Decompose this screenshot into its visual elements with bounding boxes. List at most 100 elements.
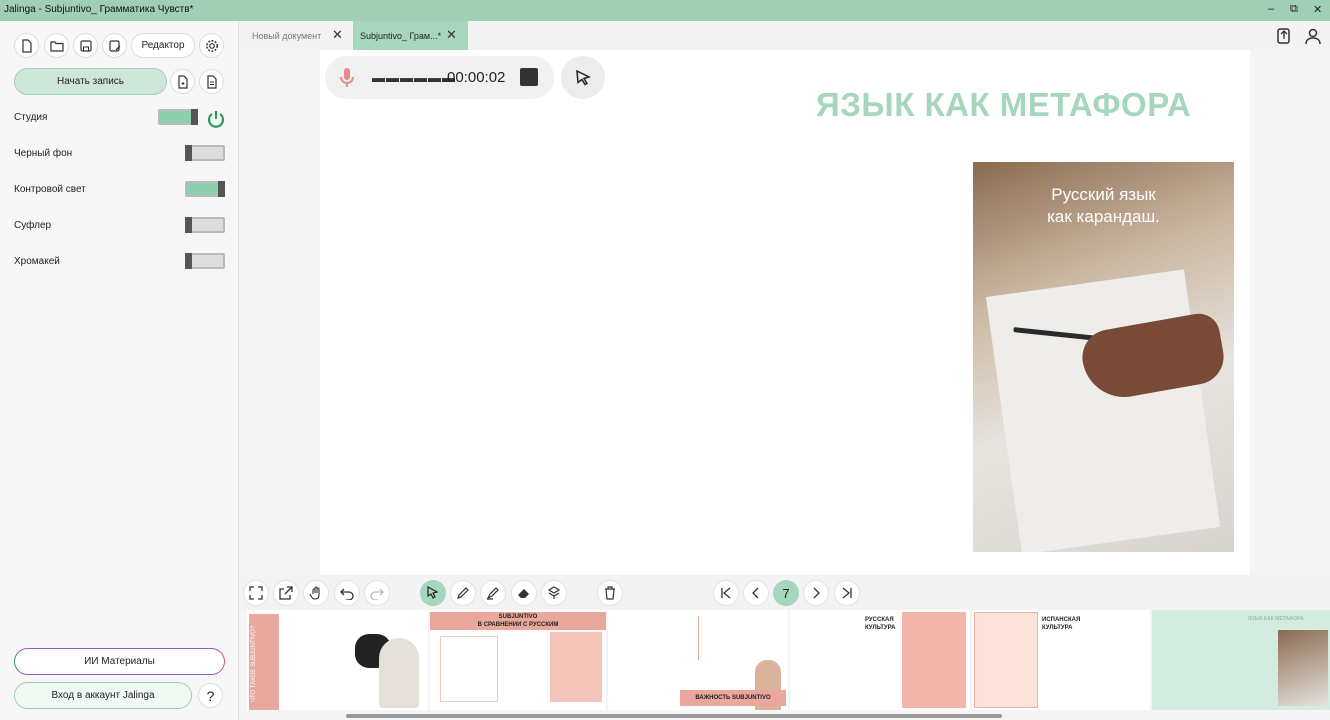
toggle-label: Хромакей — [14, 256, 60, 267]
save-icon — [79, 39, 92, 52]
help-button[interactable]: ? — [198, 683, 223, 708]
open-folder-button[interactable] — [44, 33, 69, 58]
title-bar: Jalinga - Subjuntivo_ Грамматика Чувств*… — [0, 0, 1330, 21]
chevron-right-icon — [813, 587, 820, 599]
chromakey-toggle[interactable] — [185, 253, 225, 269]
thumbnail-title-line: РУССКАЯ — [865, 617, 894, 623]
toggle-prompter-row: Суфлер — [14, 217, 228, 237]
eraser-icon — [518, 589, 529, 598]
stop-recording-button[interactable] — [520, 68, 538, 86]
slide-canvas[interactable]: ЯЗЫК КАК МЕТАФОРА Русский язык как каран… — [320, 50, 1250, 575]
save-as-button[interactable] — [102, 33, 127, 58]
skip-first-icon — [721, 587, 731, 599]
last-page-button[interactable] — [834, 580, 860, 606]
studio-toggle[interactable] — [158, 109, 198, 125]
new-file-button[interactable] — [14, 33, 39, 58]
photo-caption: Русский язык как карандаш. — [973, 184, 1234, 228]
stage: ЯЗЫК КАК МЕТАФОРА Русский язык как каран… — [240, 50, 1330, 575]
new-file-icon — [21, 38, 32, 53]
thumbnail-header: SUBJUNTIVO В СРАВНЕНИИ С РУССКИМ — [430, 612, 606, 630]
fullscreen-button[interactable] — [243, 580, 269, 606]
slide-photo: Русский язык как карандаш. — [973, 162, 1234, 552]
close-tab-icon[interactable]: ✕ — [446, 27, 457, 43]
black-background-toggle[interactable] — [185, 145, 225, 161]
microphone-icon[interactable] — [338, 67, 356, 89]
external-window-button[interactable] — [273, 580, 299, 606]
redo-icon — [370, 588, 384, 600]
photo-caption-line: как карандаш. — [1047, 207, 1160, 226]
backlight-toggle[interactable] — [185, 181, 225, 197]
current-page-indicator[interactable]: 7 — [773, 580, 799, 606]
undo-button[interactable] — [334, 580, 360, 606]
pointer-mode-button[interactable] — [561, 56, 605, 99]
recording-timer: 00:00:02 — [447, 69, 506, 86]
thumbnail-title-line: КУЛЬТУРА — [865, 625, 896, 631]
pen-tool-button[interactable] — [450, 580, 476, 606]
user-icon[interactable] — [1303, 26, 1323, 46]
thumbnail-lines — [698, 616, 768, 660]
ai-materials-button[interactable]: ИИ Материалы — [14, 648, 225, 675]
toggle-label: Контровой свет — [14, 184, 86, 195]
start-recording-button[interactable]: Начать запись — [14, 68, 167, 95]
close-tab-icon[interactable]: ✕ — [332, 27, 343, 43]
prompter-toggle[interactable] — [185, 217, 225, 233]
editor-button[interactable]: Редактор — [131, 33, 195, 58]
document-icon — [206, 74, 217, 89]
bottom-toolbar: 7 — [240, 575, 1330, 610]
expand-icon — [249, 586, 263, 600]
thumbnail-slide[interactable]: ЧТО ТАКОЕ SUBJUNTIVO? — [247, 610, 428, 710]
skip-last-icon — [842, 587, 852, 599]
chevron-left-icon — [752, 587, 759, 599]
pan-tool-button[interactable] — [303, 580, 329, 606]
slide-thumbnails: ЧТО ТАКОЕ SUBJUNTIVO? SUBJUNTIVO В СРАВН… — [240, 610, 1330, 720]
delete-button[interactable] — [597, 580, 623, 606]
thumbnail-title: ЯЗЫК КАК МЕТАФОРА — [1248, 616, 1304, 622]
eraser-tool-button[interactable] — [511, 580, 537, 606]
cursor-icon — [576, 69, 592, 85]
next-page-button[interactable] — [803, 580, 829, 606]
marker-tool-button[interactable] — [480, 580, 506, 606]
save-button[interactable] — [73, 33, 98, 58]
thumbnail-title: ИСПАНСКАЯ КУЛЬТУРА — [1042, 616, 1080, 632]
thumbnail-slide-active[interactable]: ЯЗЫК КАК МЕТАФОРА — [1152, 610, 1330, 710]
restore-button[interactable]: ⧉ — [1290, 3, 1298, 16]
save-as-icon — [108, 39, 120, 52]
layers-button[interactable] — [541, 580, 567, 606]
document-add-button[interactable] — [170, 69, 195, 94]
first-page-button[interactable] — [713, 580, 739, 606]
toggle-backlight-row: Контровой свет — [14, 181, 228, 201]
sync-icon[interactable] — [1274, 26, 1294, 46]
slide-title: ЯЗЫК КАК МЕТАФОРА — [816, 86, 1192, 123]
select-tool-button[interactable] — [420, 580, 446, 606]
thumbnail-title: РУССКАЯ КУЛЬТУРА — [865, 616, 895, 632]
login-button[interactable]: Вход в аккаунт Jalinga — [14, 682, 192, 709]
thumbnail-scrollbar[interactable] — [346, 714, 1002, 718]
cursor-icon — [427, 586, 439, 599]
thumbnail-slide[interactable]: SUBJUNTIVO В СРАВНЕНИИ С РУССКИМ — [430, 610, 606, 710]
toggle-black-bg-row: Черный фон — [14, 145, 228, 165]
redo-button[interactable] — [364, 580, 390, 606]
trash-icon — [605, 586, 615, 600]
hand-icon — [309, 586, 320, 600]
folder-icon — [49, 40, 64, 52]
thumbnail-title-line: SUBJUNTIVO — [498, 614, 538, 620]
thumbnail-title-line: КУЛЬТУРА — [1042, 625, 1073, 631]
thumbnail-slide[interactable]: РУССКАЯ КУЛЬТУРА — [790, 610, 970, 710]
thumbnail-slide[interactable]: ИСПАНСКАЯ КУЛЬТУРА — [972, 610, 1150, 710]
close-window-button[interactable]: ✕ — [1313, 3, 1322, 16]
thumbnail-slide[interactable]: ВАЖНОСТЬ SUBJUNTIVO — [608, 610, 788, 710]
sidebar: Редактор Начать запись Студия Черный фон… — [0, 21, 239, 720]
previous-page-button[interactable] — [743, 580, 769, 606]
settings-button[interactable] — [199, 33, 224, 58]
minimize-button[interactable]: – — [1268, 3, 1274, 15]
tab-label: Новый документ — [252, 30, 322, 41]
highlighter-icon — [486, 587, 499, 600]
undo-icon — [340, 588, 354, 600]
thumbnail-title-line: ИСПАНСКАЯ — [1042, 617, 1081, 623]
toggle-chromakey-row: Хромакей — [14, 253, 228, 273]
layers-icon — [547, 586, 561, 599]
thumbnail-box — [902, 612, 966, 708]
document-export-button[interactable] — [199, 69, 224, 94]
thumbnail-vertical-text: ЧТО ТАКОЕ SUBJUNTIVO? — [251, 625, 257, 702]
power-icon[interactable] — [206, 109, 226, 129]
